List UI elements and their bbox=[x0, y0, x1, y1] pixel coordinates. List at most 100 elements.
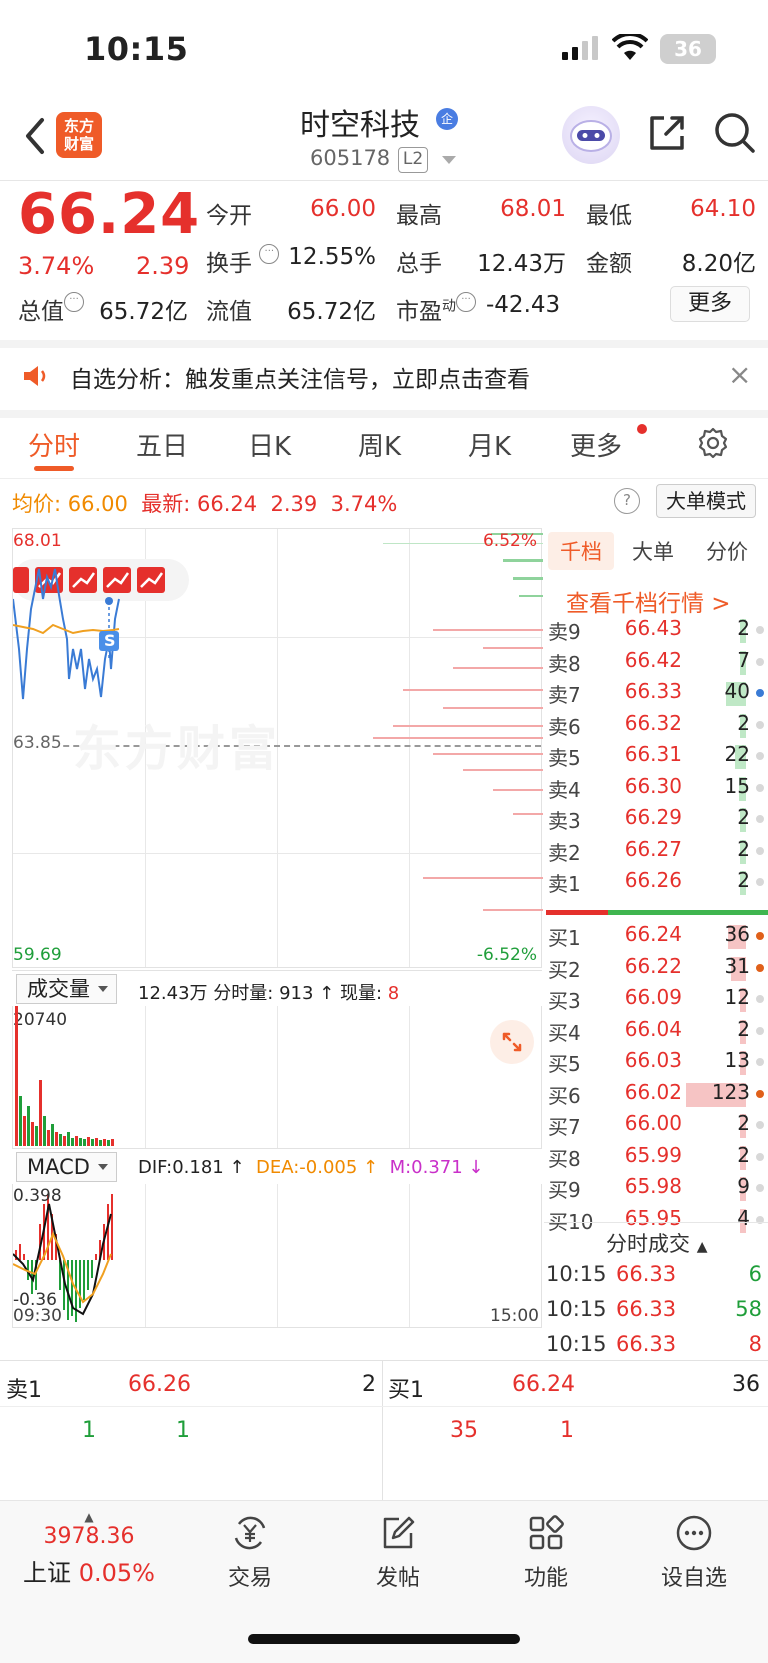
ask-row[interactable]: 卖3 66.29 2 bbox=[546, 805, 768, 835]
order-qty: 2 bbox=[737, 1142, 750, 1167]
order-price: 65.99 bbox=[624, 1142, 682, 1167]
status-dot bbox=[756, 1184, 764, 1192]
open-label: 今开 bbox=[206, 203, 252, 229]
expand-icon[interactable] bbox=[490, 1020, 534, 1064]
open-value: 66.00 bbox=[310, 196, 376, 222]
volume-indicator-select[interactable]: 成交量 bbox=[16, 974, 117, 1004]
bid-row[interactable]: 买9 65.98 9 bbox=[546, 1174, 768, 1204]
close-icon[interactable]: × bbox=[728, 358, 751, 391]
index-ticker[interactable]: ▲ 3978.36 上证 0.05% bbox=[22, 1510, 156, 1588]
order-qty: 22 bbox=[724, 742, 750, 766]
order-qty: 36 bbox=[724, 922, 750, 946]
info-icon[interactable]: ··· bbox=[64, 292, 84, 312]
ask-row[interactable]: 卖8 66.42 7 bbox=[546, 648, 768, 678]
tab-intraday[interactable]: 分时 bbox=[28, 426, 80, 463]
float-cap-label: 流值 bbox=[206, 299, 252, 325]
ask-row[interactable]: 卖5 66.31 22 bbox=[546, 742, 768, 772]
amount-label: 金额 bbox=[586, 251, 632, 277]
time-sales-title[interactable]: 分时成交 ▲ bbox=[606, 1228, 707, 1258]
nav-functions[interactable]: 功能 bbox=[486, 1514, 606, 1592]
info-icon[interactable]: ··· bbox=[259, 244, 280, 264]
ask-row[interactable]: 卖1 66.26 2 bbox=[546, 868, 768, 898]
tab-big-order[interactable]: 大单 bbox=[632, 536, 674, 566]
low-price-label: 59.69 bbox=[13, 945, 62, 965]
tab-daily-k[interactable]: 日K bbox=[248, 426, 291, 463]
macd-chart[interactable]: 0.398 -0.36 09:30 15:00 bbox=[12, 1184, 542, 1328]
ask-row[interactable]: 卖9 66.43 2 bbox=[546, 616, 768, 646]
bid-row[interactable]: 买2 66.22 31 bbox=[546, 954, 768, 984]
order-level-label: 买4 bbox=[548, 1020, 581, 1045]
tab-thousand-level[interactable]: 千档 bbox=[548, 532, 614, 570]
tab-price-dist[interactable]: 分价 bbox=[706, 536, 748, 566]
order-price: 66.43 bbox=[624, 616, 682, 640]
tab-monthly-k[interactable]: 月K bbox=[468, 426, 511, 463]
macd-indicator-select[interactable]: MACD bbox=[16, 1152, 117, 1182]
back-arrow-icon[interactable] bbox=[18, 114, 58, 158]
market-cap-value: 65.72亿 bbox=[99, 299, 188, 325]
gear-icon[interactable] bbox=[696, 426, 730, 460]
stock-code: 605178 bbox=[310, 146, 391, 170]
bid-row[interactable]: 买7 66.00 2 bbox=[546, 1111, 768, 1141]
status-dot bbox=[756, 963, 764, 972]
nav-post[interactable]: 发帖 bbox=[338, 1514, 458, 1592]
volume-header: 成交量 12.43万 分时量: 913 ↑ 现量: 8 bbox=[12, 970, 542, 1006]
signal-s-badge[interactable]: S bbox=[104, 631, 116, 650]
chevron-down-icon[interactable] bbox=[442, 156, 456, 164]
ask-row[interactable]: 卖6 66.32 2 bbox=[546, 711, 768, 741]
order-price: 66.22 bbox=[624, 953, 682, 978]
share-icon[interactable] bbox=[646, 110, 688, 154]
order-qty: 2 bbox=[737, 1016, 750, 1041]
nav-trade[interactable]: 交易 bbox=[190, 1514, 310, 1592]
bid1-order-detail: 1 bbox=[560, 1418, 574, 1443]
bid-row[interactable]: 买4 66.04 2 bbox=[546, 1017, 768, 1047]
ask-row[interactable]: 卖2 66.27 2 bbox=[546, 837, 768, 867]
grid-apps-icon bbox=[529, 1515, 564, 1550]
tab-more[interactable]: 更多 bbox=[570, 426, 622, 463]
start-time-label: 09:30 bbox=[13, 1306, 62, 1326]
section-divider bbox=[0, 410, 768, 418]
bid1-label: 买1 bbox=[388, 1378, 424, 1403]
search-icon[interactable] bbox=[712, 110, 756, 156]
bid-row[interactable]: 买1 66.24 36 bbox=[546, 922, 768, 952]
intraday-chart[interactable]: 东方财富 S 68.01 6.52% 63.85 59.69 -6.52% bbox=[12, 528, 543, 968]
level2-badge[interactable]: L2 bbox=[398, 147, 428, 173]
order-qty: 40 bbox=[724, 679, 750, 703]
help-icon[interactable]: ? bbox=[614, 488, 640, 514]
volume-chart[interactable]: 20740 bbox=[12, 1006, 542, 1148]
order-price: 65.98 bbox=[624, 1174, 682, 1198]
float-cap-value: 65.72亿 bbox=[287, 299, 376, 325]
view-depth-link[interactable]: 查看千档行情 > bbox=[566, 584, 731, 618]
ask-row[interactable]: 卖4 66.30 15 bbox=[546, 774, 768, 804]
pe-label: 市盈动 ··· bbox=[396, 292, 476, 326]
ask1-label: 卖1 bbox=[6, 1378, 42, 1403]
order-level-label: 买1 bbox=[548, 926, 581, 950]
bid-row[interactable]: 买5 66.03 13 bbox=[546, 1048, 768, 1078]
low-value: 64.10 bbox=[690, 196, 756, 222]
big-order-mode-button[interactable]: 大单模式 bbox=[656, 484, 756, 518]
macd-top-label: 0.398 bbox=[13, 1186, 62, 1206]
battery-indicator: 36 bbox=[660, 34, 716, 64]
bid-row[interactable]: 买8 65.99 2 bbox=[546, 1143, 768, 1173]
order-price: 66.04 bbox=[624, 1016, 682, 1041]
ask-row[interactable]: 卖7 66.33 40 bbox=[546, 679, 768, 709]
nav-add-watchlist[interactable]: 设自选 bbox=[634, 1514, 754, 1592]
bid-row[interactable]: 买6 66.02 123 bbox=[546, 1080, 768, 1110]
order-qty: 31 bbox=[724, 953, 750, 978]
bid-row[interactable]: 买3 66.09 12 bbox=[546, 985, 768, 1015]
tab-weekly-k[interactable]: 周K bbox=[358, 426, 401, 463]
status-dot bbox=[756, 657, 764, 666]
status-dot bbox=[756, 878, 764, 886]
tab-five-day[interactable]: 五日 bbox=[136, 426, 188, 463]
order-level-label: 卖9 bbox=[548, 620, 581, 644]
status-dot bbox=[756, 689, 764, 697]
assistant-robot-icon[interactable] bbox=[562, 106, 620, 164]
home-indicator[interactable] bbox=[248, 1634, 520, 1644]
notice-text[interactable]: 自选分析：触发重点关注信号，立即点击查看 bbox=[70, 360, 530, 394]
order-level-label: 买3 bbox=[548, 989, 581, 1013]
order-price: 66.27 bbox=[624, 836, 682, 861]
info-icon[interactable]: ··· bbox=[456, 292, 476, 312]
order-level-label: 买8 bbox=[548, 1146, 581, 1171]
buy-sell-ratio-bar bbox=[546, 910, 768, 915]
change-amount: 2.39 bbox=[136, 252, 190, 280]
more-button[interactable]: 更多 bbox=[670, 286, 750, 322]
